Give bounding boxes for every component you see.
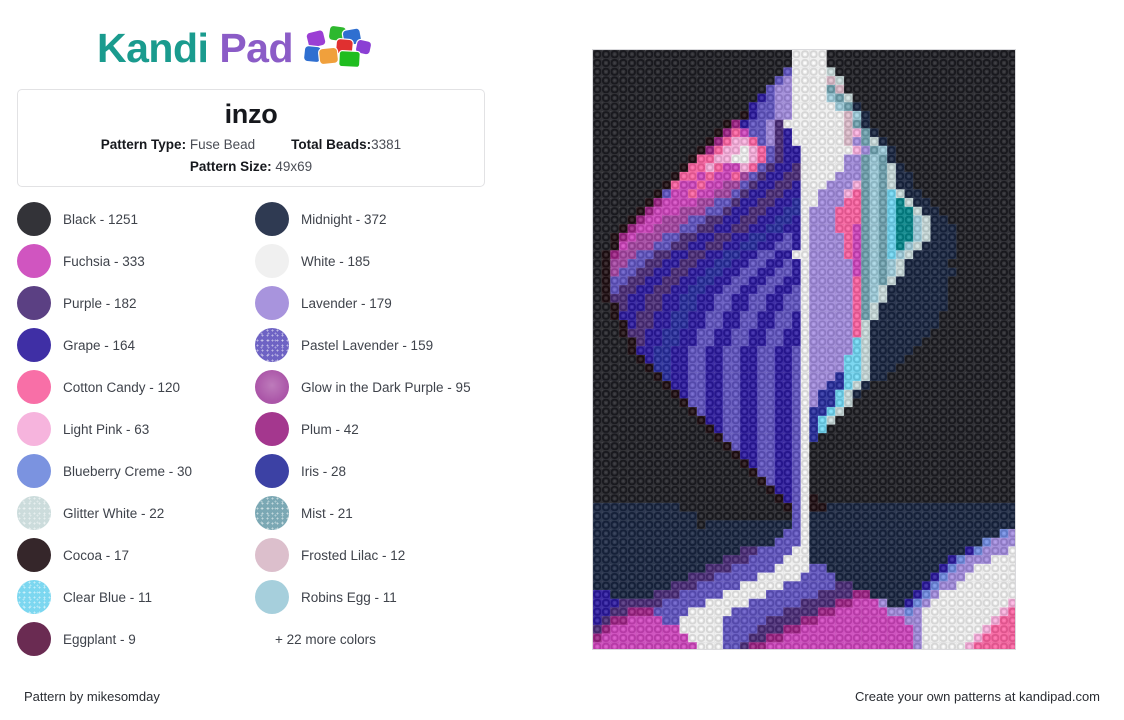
legend-item[interactable]: Eggplant - 9	[17, 618, 249, 660]
legend-color-swatch	[255, 454, 289, 488]
legend-item-label: Cocoa - 17	[63, 547, 130, 563]
legend-color-swatch	[255, 580, 289, 614]
total-beads-label: Total Beads:	[291, 137, 372, 153]
page-footer: Pattern by mikesomday Create your own pa…	[0, 672, 1124, 720]
legend-item-label: Pastel Lavender - 159	[301, 337, 434, 353]
pattern-info-card: inzo Pattern Type: Fuse Bead Total Beads…	[17, 89, 485, 187]
legend-item-label: Light Pink - 63	[63, 421, 150, 437]
pattern-bead-grid	[593, 50, 1015, 649]
left-panel: Kandi Pad inzo Pattern Type: Fuse Bead T…	[0, 0, 560, 672]
legend-color-swatch	[17, 538, 51, 572]
meta-row-secondary: Pattern Size: 49x69	[190, 159, 312, 174]
legend-color-swatch	[255, 412, 289, 446]
pattern-size-field: Pattern Size: 49x69	[190, 159, 312, 174]
legend-item[interactable]: Mist - 21	[255, 492, 487, 534]
pattern-size-value: 49x69	[275, 159, 313, 175]
legend-item[interactable]: Clear Blue - 11	[17, 576, 249, 618]
color-legend: Black - 1251 Midnight - 372 Fuchsia - 333 W…	[17, 198, 507, 660]
page-title: inzo	[224, 99, 278, 129]
legend-item-label: Eggplant - 9	[63, 631, 136, 647]
pattern-type-label: Pattern Type:	[100, 137, 187, 153]
legend-item-label: Grape - 164	[63, 337, 136, 353]
legend-item[interactable]: Plum - 42	[255, 408, 487, 450]
legend-item-label: Plum - 42	[301, 421, 359, 437]
legend-color-swatch	[255, 202, 289, 236]
legend-item[interactable]: Robins Egg - 11	[255, 576, 487, 618]
legend-color-swatch	[17, 496, 51, 530]
legend-item[interactable]: Frosted Lilac - 12	[255, 534, 487, 576]
legend-item[interactable]: Grape - 164	[17, 324, 249, 366]
legend-color-swatch	[17, 412, 51, 446]
logo-text-pad: Pad	[219, 24, 294, 71]
legend-item[interactable]: Lavender - 179	[255, 282, 487, 324]
legend-item[interactable]: Midnight - 372	[255, 198, 487, 240]
footer-author: Pattern by mikesomday	[24, 688, 160, 704]
legend-item-label: Fuchsia - 333	[63, 253, 145, 269]
legend-item-label: Robins Egg - 11	[301, 589, 397, 605]
pattern-type-field: Pattern Type: Fuse Bead	[101, 137, 255, 152]
legend-color-swatch	[255, 370, 289, 404]
legend-item-label: Glow in the Dark Purple - 95	[301, 379, 471, 395]
legend-item[interactable]: Light Pink - 63	[17, 408, 249, 450]
bead-cluster-icon	[303, 24, 373, 69]
legend-item[interactable]: Cocoa - 17	[17, 534, 249, 576]
footer-promo: Create your own patterns at kandipad.com	[855, 688, 1100, 704]
legend-color-swatch	[255, 244, 289, 278]
legend-item-label: Lavender - 179	[301, 295, 392, 311]
legend-color-swatch	[17, 622, 51, 656]
legend-color-swatch	[255, 538, 289, 572]
legend-item[interactable]: Blueberry Creme - 30	[17, 450, 249, 492]
legend-item-label: Cotton Candy - 120	[63, 379, 181, 395]
logo-wordmark: Kandi Pad	[97, 24, 294, 71]
legend-item[interactable]: Pastel Lavender - 159	[255, 324, 487, 366]
legend-color-swatch	[17, 202, 51, 236]
legend-item[interactable]: Black - 1251	[17, 198, 249, 240]
legend-item-label: Midnight - 372	[301, 211, 387, 227]
total-beads-field: Total Beads:3381	[291, 137, 401, 152]
legend-item-label: White - 185	[301, 253, 371, 269]
more-colors-link[interactable]: + 22 more colors	[255, 618, 487, 660]
legend-item-label: Frosted Lilac - 12	[301, 547, 406, 563]
kandi-pad-pattern-page: Kandi Pad inzo Pattern Type: Fuse Bead T…	[0, 0, 1124, 720]
legend-item-label: Glitter White - 22	[63, 505, 165, 521]
legend-item[interactable]: Fuchsia - 333	[17, 240, 249, 282]
legend-item[interactable]: Purple - 182	[17, 282, 249, 324]
legend-color-swatch	[255, 286, 289, 320]
legend-color-swatch	[17, 454, 51, 488]
legend-item[interactable]: Iris - 28	[255, 450, 487, 492]
meta-row-primary: Pattern Type: Fuse Bead Total Beads:3381	[101, 137, 401, 152]
legend-color-swatch	[17, 370, 51, 404]
site-logo[interactable]: Kandi Pad	[97, 22, 375, 74]
legend-item[interactable]: Glitter White - 22	[17, 492, 249, 534]
legend-color-swatch	[255, 496, 289, 530]
pattern-size-label: Pattern Size:	[189, 159, 272, 175]
legend-item-label: Iris - 28	[301, 463, 347, 479]
legend-color-swatch	[17, 580, 51, 614]
legend-item[interactable]: Glow in the Dark Purple - 95	[255, 366, 487, 408]
legend-color-swatch	[255, 328, 289, 362]
legend-color-swatch	[17, 244, 51, 278]
pattern-preview[interactable]	[592, 49, 1016, 650]
legend-item-label: Purple - 182	[63, 295, 137, 311]
legend-item-label: Mist - 21	[301, 505, 353, 521]
legend-item-label: Clear Blue - 11	[63, 589, 153, 605]
legend-item[interactable]: Cotton Candy - 120	[17, 366, 249, 408]
legend-item-label: Black - 1251	[63, 211, 139, 227]
legend-item-label: Blueberry Creme - 30	[63, 463, 193, 479]
logo-text-kandi: Kandi	[97, 24, 209, 71]
total-beads-value: 3381	[371, 137, 402, 153]
pattern-type-value: Fuse Bead	[189, 137, 256, 153]
legend-item[interactable]: White - 185	[255, 240, 487, 282]
legend-color-swatch	[17, 328, 51, 362]
legend-color-swatch	[17, 286, 51, 320]
